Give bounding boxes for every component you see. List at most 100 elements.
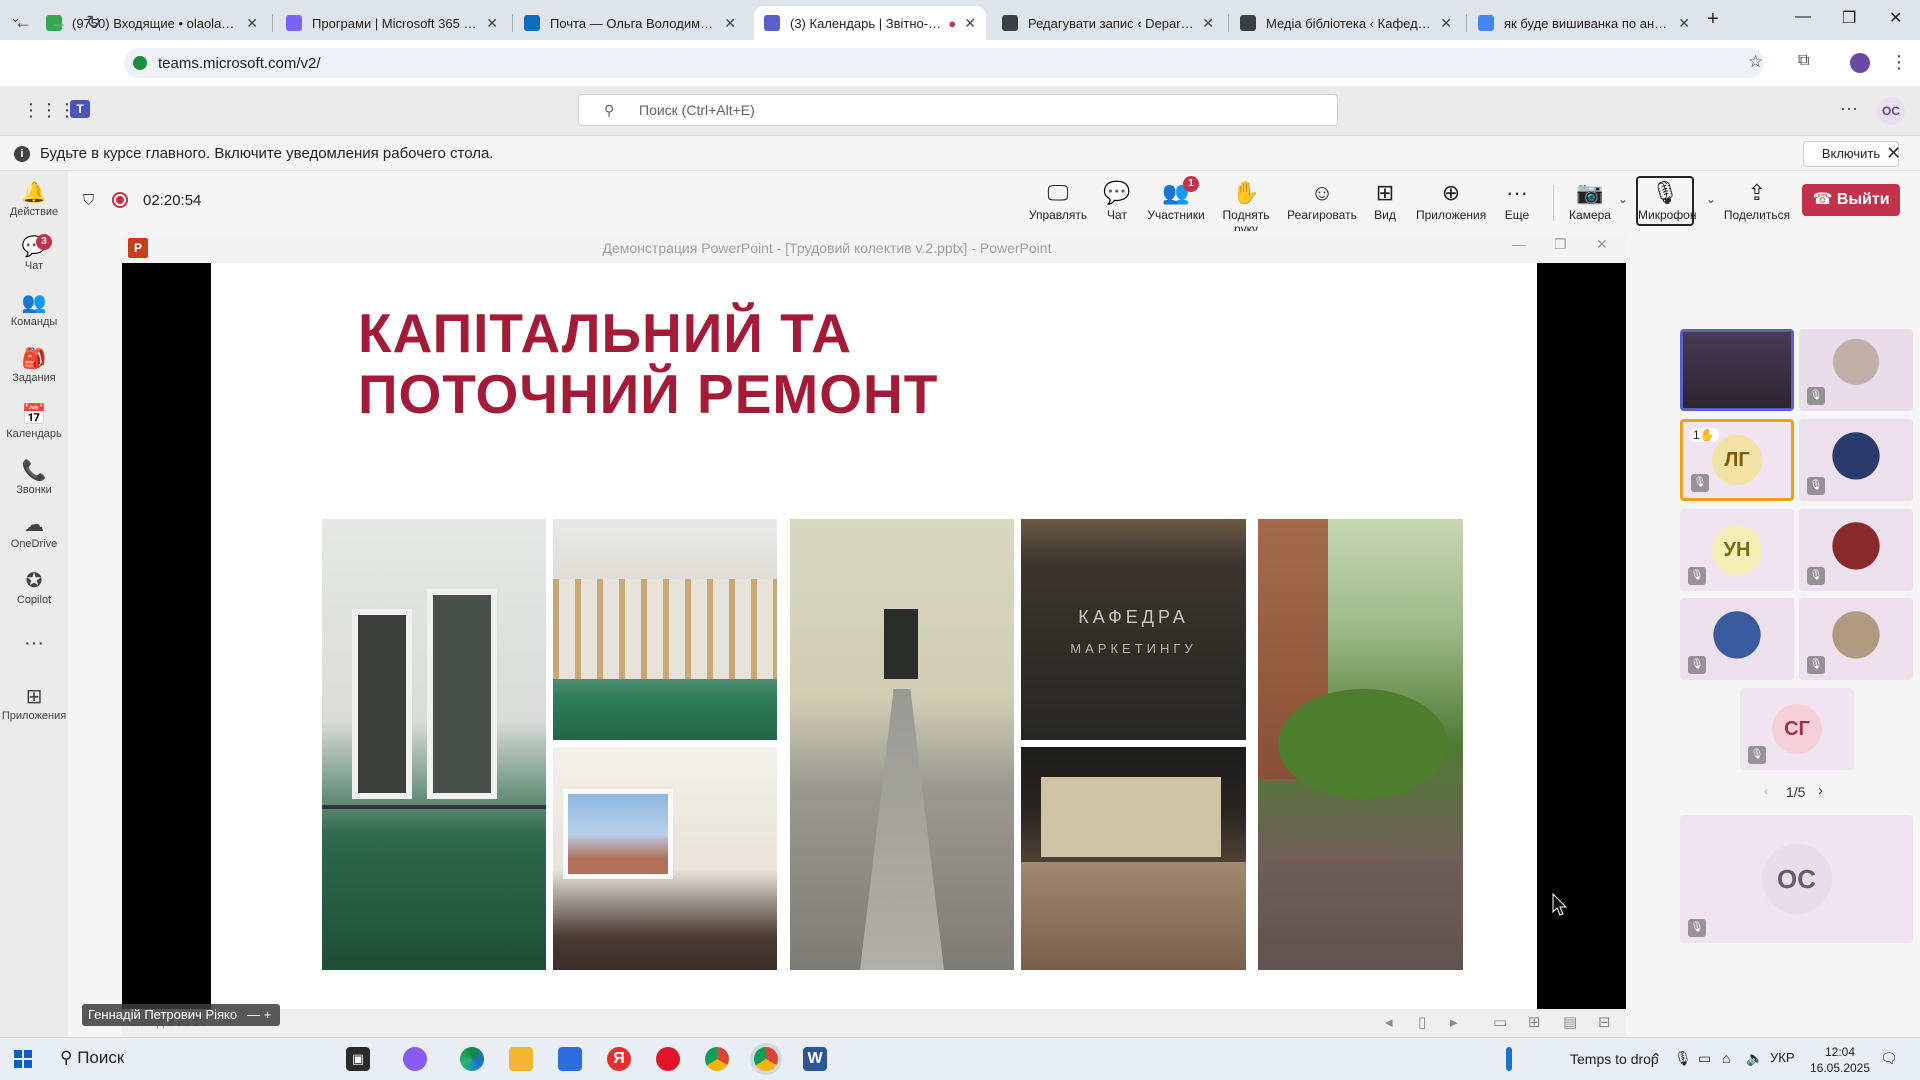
meeting-timer: 02:20:54 (143, 192, 202, 209)
word-icon[interactable]: W (803, 1047, 827, 1071)
participant-initials: ОС (1761, 844, 1832, 914)
rail-item-label: Действие (9, 206, 59, 218)
camera-options-chevron-icon[interactable]: ⌄ (1618, 192, 1628, 206)
apps-button[interactable]: ⊕ Приложения (1416, 178, 1486, 222)
reload-icon[interactable]: ↻ (86, 12, 101, 33)
profile-avatar[interactable] (1850, 53, 1870, 73)
windows-start-icon[interactable] (14, 1050, 32, 1068)
ppt-status-bar (122, 1009, 1626, 1037)
extensions-icon[interactable]: ⧉ (1798, 52, 1809, 70)
rail-item[interactable]: 👥 Команды (0, 290, 68, 328)
app-launcher-icon[interactable]: ⋮⋮⋮ (22, 100, 76, 121)
share-button[interactable]: ⇪ Поделиться (1722, 178, 1792, 222)
yandex-icon[interactable]: Я (607, 1047, 631, 1071)
chrome-icon[interactable] (705, 1047, 729, 1071)
browser-tab[interactable]: Редагувати запис ‹ Departmen ✕ (992, 6, 1224, 40)
browser-menu-icon[interactable]: ⋮ (1890, 52, 1908, 73)
browser-tab[interactable]: Медіа бібліотека ‹ Кафедра " ✕ (1230, 6, 1462, 40)
tab-close-icon[interactable]: ✕ (1678, 15, 1690, 32)
opera-icon[interactable] (656, 1047, 680, 1071)
tab-close-icon[interactable]: ✕ (964, 15, 976, 32)
bookmark-star-icon[interactable]: ☆ (1748, 52, 1763, 72)
volume-tray-icon[interactable]: 🔈 (1746, 1050, 1763, 1067)
edge-icon[interactable] (460, 1047, 484, 1071)
participant-initials: УН (1712, 525, 1762, 575)
network-tray-icon[interactable]: ⌂ (1722, 1050, 1730, 1066)
raise-hand-button[interactable]: ✋ Поднять руку (1211, 178, 1281, 236)
participant-tile[interactable]: 🎙 (1799, 329, 1913, 411)
participant-tile[interactable]: СГ 🎙 (1740, 688, 1854, 770)
browser-tab[interactable]: (3) Календарь | Звітно-виб ● ✕ (754, 6, 986, 40)
rail-item[interactable]: ⊞ Приложения (0, 684, 68, 722)
tray-chevron-icon[interactable]: ⌃ (1650, 1050, 1662, 1067)
rail-item[interactable]: 🎒 Задания (0, 346, 68, 384)
participant-tile[interactable]: 🎙 (1799, 509, 1913, 591)
slideshow-icon: ⊟ (1598, 1014, 1611, 1031)
sign-text: КАФЕДРА (1078, 607, 1189, 627)
site-info-icon[interactable] (133, 56, 147, 70)
rail-item[interactable]: ☁ OneDrive (0, 512, 68, 550)
mic-options-chevron-icon[interactable]: ⌄ (1706, 192, 1716, 206)
participant-tile[interactable]: 🎙 (1680, 598, 1794, 680)
weather-text[interactable]: Temps to drop (1570, 1051, 1659, 1067)
assignments-icon: 🎒 (21, 348, 47, 370)
participants-button[interactable]: 👥 Участники 1 (1141, 176, 1211, 222)
file-explorer-icon[interactable] (509, 1047, 533, 1071)
browser-tab[interactable]: Програми | Microsoft 365 Copi ✕ (276, 6, 508, 40)
mic-tray-icon[interactable]: 🎙 (1674, 1050, 1692, 1067)
tab-close-icon[interactable]: ✕ (246, 15, 258, 32)
rail-item[interactable]: 📅 Календарь (0, 402, 68, 440)
participant-tile[interactable]: 🎙 (1799, 598, 1913, 680)
minimize-icon[interactable]: — (1795, 8, 1811, 26)
new-tab-button[interactable]: + (1707, 8, 1719, 31)
view-button[interactable]: ⊞ Вид (1350, 178, 1420, 222)
close-window-icon[interactable]: ✕ (1889, 8, 1902, 28)
enable-notifications-button[interactable]: Включить (1803, 141, 1899, 167)
language-indicator[interactable]: УКР (1770, 1050, 1795, 1065)
task-view-icon[interactable]: ▣ (346, 1047, 370, 1071)
minimize-share-icon[interactable]: — + (247, 1007, 271, 1022)
search-input[interactable]: Поиск (Ctrl+Alt+E) (578, 94, 1338, 126)
tab-separator (1228, 14, 1229, 32)
rail-item[interactable]: 📞 Звонки (0, 458, 68, 496)
rail-item[interactable]: ✪ Copilot (0, 568, 68, 606)
taskbar-search[interactable]: ⚲ Поиск (60, 1048, 124, 1068)
browser-tab[interactable]: Почта — Ольга Володимирів ✕ (514, 6, 746, 40)
more-button[interactable]: ··· Еще (1482, 178, 1552, 222)
participant-tile[interactable]: УН 🎙 (1680, 509, 1794, 591)
store-icon[interactable] (558, 1047, 582, 1071)
restore-icon[interactable]: ❐ (1842, 8, 1856, 28)
forward-icon[interactable]: → (50, 12, 68, 33)
tab-close-icon[interactable]: ✕ (724, 15, 736, 32)
user-avatar[interactable]: ОС (1877, 97, 1905, 125)
taskbar-clock[interactable]: 12:04 16.05.2025 (1800, 1044, 1880, 1076)
notifications-icon[interactable]: 🗨 (1880, 1050, 1898, 1067)
participant-tile[interactable]: 🎙 (1799, 419, 1913, 501)
browser-tab[interactable]: як буде вишиванка по англ - ✕ (1468, 6, 1700, 40)
rail-item[interactable]: 🔔 Действие (0, 180, 68, 218)
gallery-prev-icon[interactable]: ‹ (1764, 784, 1768, 798)
more-options-icon[interactable]: ··· (1840, 98, 1858, 119)
url-text[interactable]: teams.microsoft.com/v2/ (158, 55, 321, 72)
app-icon-purple[interactable] (403, 1047, 427, 1071)
browser-tab[interactable]: (9750) Входящие • olaolaola@ ✕ (36, 6, 268, 40)
rail-item[interactable]: ··· (0, 630, 68, 656)
rail-item[interactable]: 💬 Чат 3 (0, 234, 68, 272)
camera-button[interactable]: 📷 Камера (1555, 178, 1625, 222)
tab-close-icon[interactable]: ✕ (486, 15, 498, 32)
participant-tile[interactable]: ЛГ 1✋ 🎙 (1680, 419, 1794, 501)
address-bar[interactable] (124, 48, 1764, 78)
display-tray-icon[interactable]: ▭ (1698, 1050, 1711, 1067)
gallery-next-icon[interactable]: › (1818, 782, 1823, 799)
back-icon[interactable]: ← (14, 12, 32, 33)
chrome-active-icon[interactable] (754, 1047, 778, 1071)
hand-order: 1 (1693, 428, 1700, 442)
tab-close-icon[interactable]: ✕ (1202, 15, 1214, 32)
react-button[interactable]: ☺ Реагировать (1287, 178, 1357, 222)
tab-close-icon[interactable]: ✕ (1440, 15, 1452, 32)
participant-tile[interactable] (1680, 329, 1794, 411)
leave-button[interactable]: ☎ Выйти (1802, 184, 1900, 216)
mic-button[interactable]: 🎙 Микрофон (1636, 176, 1696, 226)
self-video-tile[interactable]: ОС 🎙 (1680, 815, 1913, 943)
close-banner-icon[interactable]: ✕ (1886, 143, 1901, 164)
